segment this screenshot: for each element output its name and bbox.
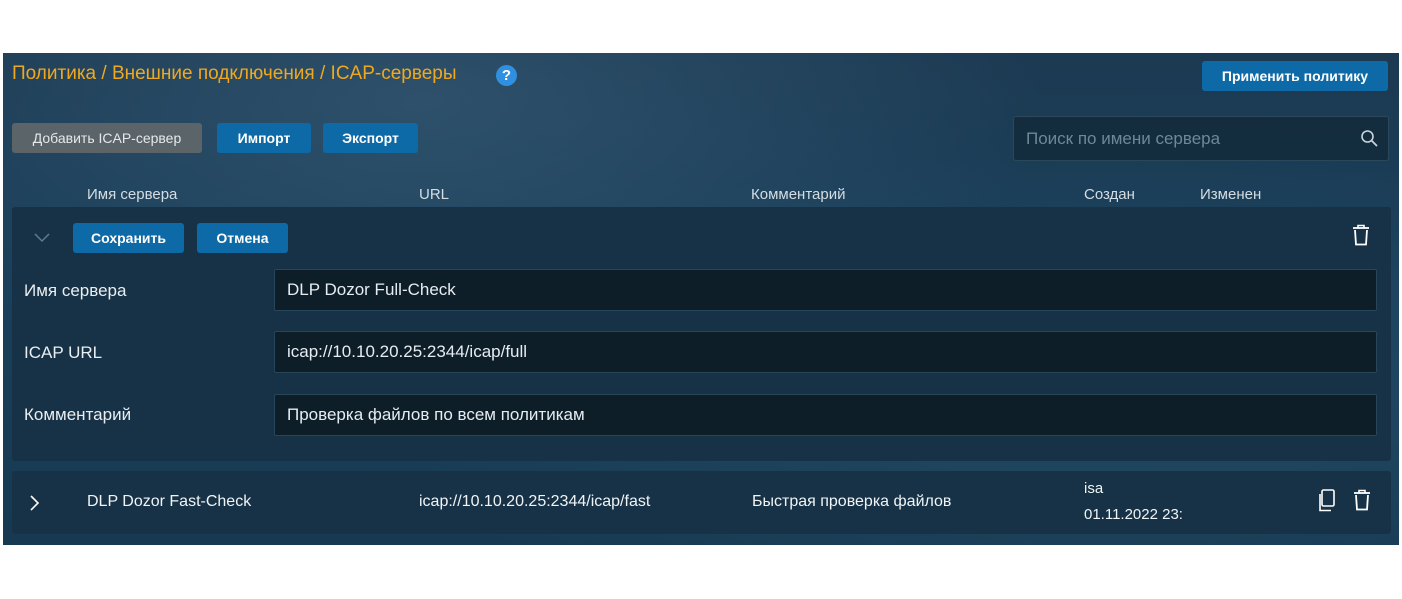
icap-url-input[interactable] [275,332,1376,372]
save-button[interactable]: Сохранить [73,223,184,253]
column-header-modified[interactable]: Изменен [1200,186,1261,203]
add-icap-server-button[interactable]: Добавить ICAP-сервер [12,123,202,153]
row-created-at: 01.11.2022 23: [1084,506,1183,523]
column-header-name[interactable]: Имя сервера [87,186,177,203]
import-button[interactable]: Импорт [217,123,311,153]
column-header-created[interactable]: Создан [1084,186,1135,203]
edit-server-card: Сохранить Отмена Имя сервера ICAP URL Ко… [12,207,1391,461]
copy-icon[interactable] [1317,489,1335,512]
icap-servers-page: Политика / Внешние подключения / ICAP-се… [3,53,1399,545]
search-box [1013,116,1389,161]
comment-input[interactable] [275,395,1376,435]
row-comment: Быстрая проверка файлов [752,493,952,510]
trash-icon[interactable] [1353,489,1371,511]
cancel-button[interactable]: Отмена [197,223,288,253]
server-name-field [274,269,1377,311]
column-header-comment[interactable]: Комментарий [751,186,845,203]
export-button[interactable]: Экспорт [323,123,418,153]
row-url: icap://10.10.20.25:2344/icap/fast [419,493,651,510]
help-icon[interactable]: ? [496,65,517,86]
comment-label: Комментарий [24,405,132,424]
search-input[interactable] [1014,117,1368,160]
comment-field [274,394,1377,436]
column-header-url[interactable]: URL [419,186,449,203]
table-row[interactable]: DLP Dozor Fast-Check icap://10.10.20.25:… [12,471,1391,534]
search-icon[interactable] [1360,129,1378,147]
breadcrumb: Политика / Внешние подключения / ICAP-се… [12,63,457,84]
trash-icon[interactable] [1352,224,1370,246]
server-name-input[interactable] [275,270,1376,310]
chevron-down-icon[interactable] [34,233,50,243]
row-server-name: DLP Dozor Fast-Check [87,493,252,510]
apply-policy-button[interactable]: Применить политику [1202,61,1388,91]
server-name-label: Имя сервера [24,281,127,300]
row-created-by: isa [1084,480,1104,497]
icap-url-label: ICAP URL [24,343,103,362]
icap-url-field [274,331,1377,373]
chevron-right-icon[interactable] [30,495,40,511]
